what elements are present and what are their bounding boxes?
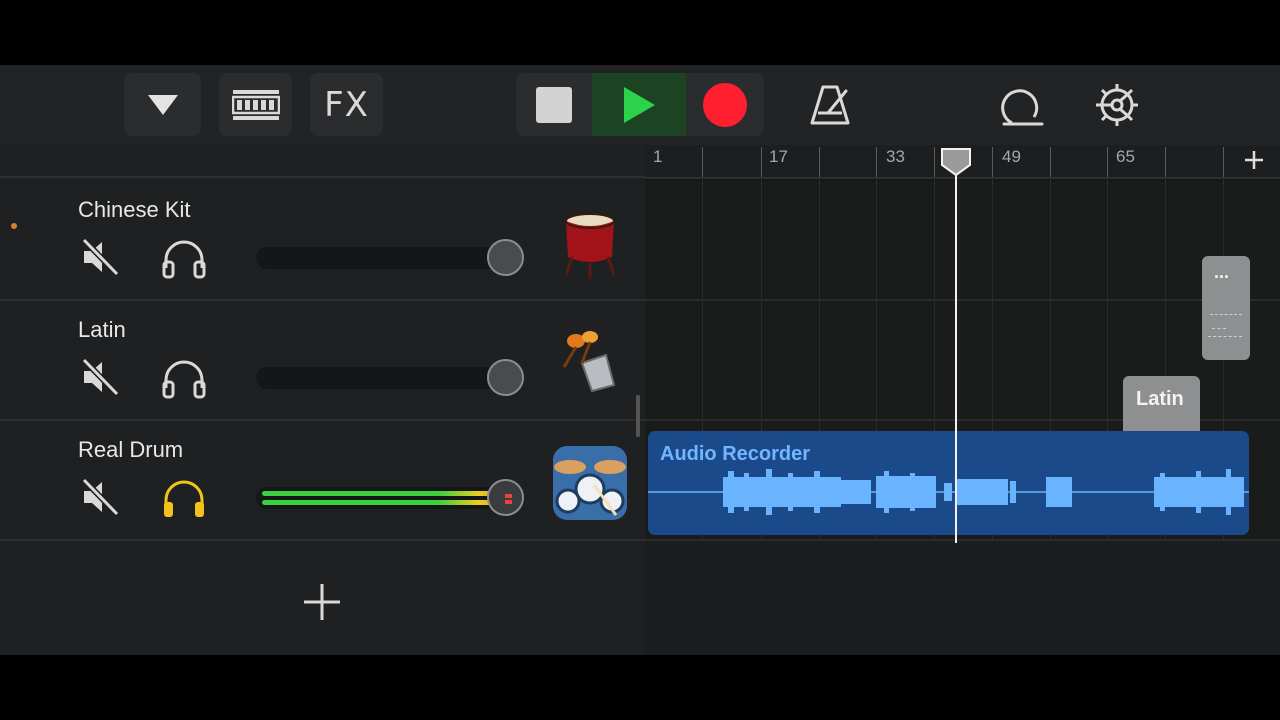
lane-empty [645, 541, 1280, 655]
lane-chinese-kit[interactable] [645, 181, 1280, 301]
loop-browser-icon [1001, 88, 1044, 125]
volume-slider-track[interactable] [256, 247, 522, 269]
ruler-tick [992, 147, 993, 177]
toolbar: FX [0, 65, 1280, 145]
track-name: Real Drum [78, 437, 184, 462]
loop-browser-button[interactable] [990, 73, 1052, 136]
track-headers-panel: Chinese Kit Latin Real Drum [0, 145, 645, 655]
track-name: Latin [78, 317, 126, 342]
ruler-bar-1: 1 [653, 147, 663, 166]
ruler-tick [1223, 147, 1224, 177]
midi-note-line [1208, 336, 1242, 337]
solo-headphones-icon[interactable] [160, 356, 208, 400]
tracks-view-button[interactable] [219, 73, 292, 136]
ruler-tick [761, 147, 762, 177]
ruler-bar-17: 17 [769, 147, 788, 166]
letterbox-bottom [0, 655, 1280, 720]
chinese-drum-icon [564, 213, 616, 279]
ruler-bar-49: 49 [1002, 147, 1021, 166]
ruler-tick [1107, 147, 1108, 177]
mute-speaker-icon[interactable] [80, 477, 120, 517]
drum-kit-icon [553, 446, 627, 520]
ruler-tick [876, 147, 877, 177]
play-button[interactable] [592, 73, 686, 136]
add-track-button[interactable] [300, 580, 344, 624]
play-icon [624, 86, 655, 123]
record-icon [703, 82, 747, 127]
ruler-tick [702, 147, 703, 177]
browser-dropdown-button[interactable] [124, 73, 201, 136]
record-button[interactable] [686, 73, 764, 136]
timeline-area[interactable]: 1 17 33 49 65 ... Latin Audio Recorder [645, 145, 1280, 655]
track-activity-dot [11, 223, 17, 229]
mute-speaker-icon[interactable] [80, 357, 120, 397]
midi-note-line [1212, 328, 1226, 329]
level-meter-right [262, 500, 497, 505]
add-section-plus-icon[interactable] [1243, 149, 1265, 171]
gear-icon [1096, 83, 1138, 126]
region-title: Latin [1136, 388, 1184, 410]
playhead-line [955, 167, 957, 543]
transport-controls [516, 73, 764, 136]
solo-headphones-active-icon[interactable] [160, 476, 208, 520]
ruler-tick [1165, 147, 1166, 177]
ruler-tick [819, 147, 820, 177]
maracas-cowbell-icon [562, 331, 616, 393]
garageband-app: FX Chinese Kit Latin Real Drum 1 17 33 4… [0, 65, 1280, 655]
audio-waveform [648, 469, 1249, 515]
ruler-bar-65: 65 [1116, 147, 1135, 166]
track-name: Chinese Kit [78, 197, 191, 222]
tracks-view-icon [231, 89, 280, 120]
stop-icon [536, 86, 572, 123]
volume-slider-knob[interactable] [487, 239, 524, 276]
region-title: ... [1214, 262, 1230, 282]
fx-button[interactable]: FX [310, 73, 383, 136]
vertical-scroll-handle[interactable] [636, 395, 640, 437]
volume-slider-track[interactable] [256, 367, 522, 389]
playhead-handle-icon[interactable] [940, 147, 972, 177]
level-meter-left [262, 491, 497, 496]
settings-button[interactable] [1087, 73, 1147, 136]
fx-label: FX [324, 84, 369, 125]
triangle-down-icon [147, 94, 178, 115]
stop-button[interactable] [516, 73, 592, 136]
clip-indicator-bottom [505, 500, 512, 504]
region-chinese-kit[interactable]: ... [1202, 256, 1250, 360]
clip-indicator-top [505, 494, 512, 498]
volume-slider-knob[interactable] [487, 359, 524, 396]
track-header-chinese-kit[interactable]: Chinese Kit [0, 181, 645, 301]
midi-note-line [1210, 314, 1242, 315]
track-header-latin[interactable]: Latin [0, 301, 645, 421]
solo-headphones-icon[interactable] [160, 236, 208, 280]
metronome-icon [810, 85, 850, 124]
mute-speaker-icon[interactable] [80, 237, 120, 277]
volume-slider-knob[interactable] [487, 479, 524, 516]
ruler-bar-33: 33 [886, 147, 905, 166]
panel-divider [0, 176, 645, 178]
ruler-tick [1050, 147, 1051, 177]
ruler-tick [934, 147, 935, 177]
letterbox-top [0, 0, 1280, 65]
track-header-real-drum[interactable]: Real Drum [0, 421, 645, 541]
region-audio-recorder[interactable]: Audio Recorder [648, 431, 1249, 535]
metronome-button[interactable] [800, 73, 860, 136]
